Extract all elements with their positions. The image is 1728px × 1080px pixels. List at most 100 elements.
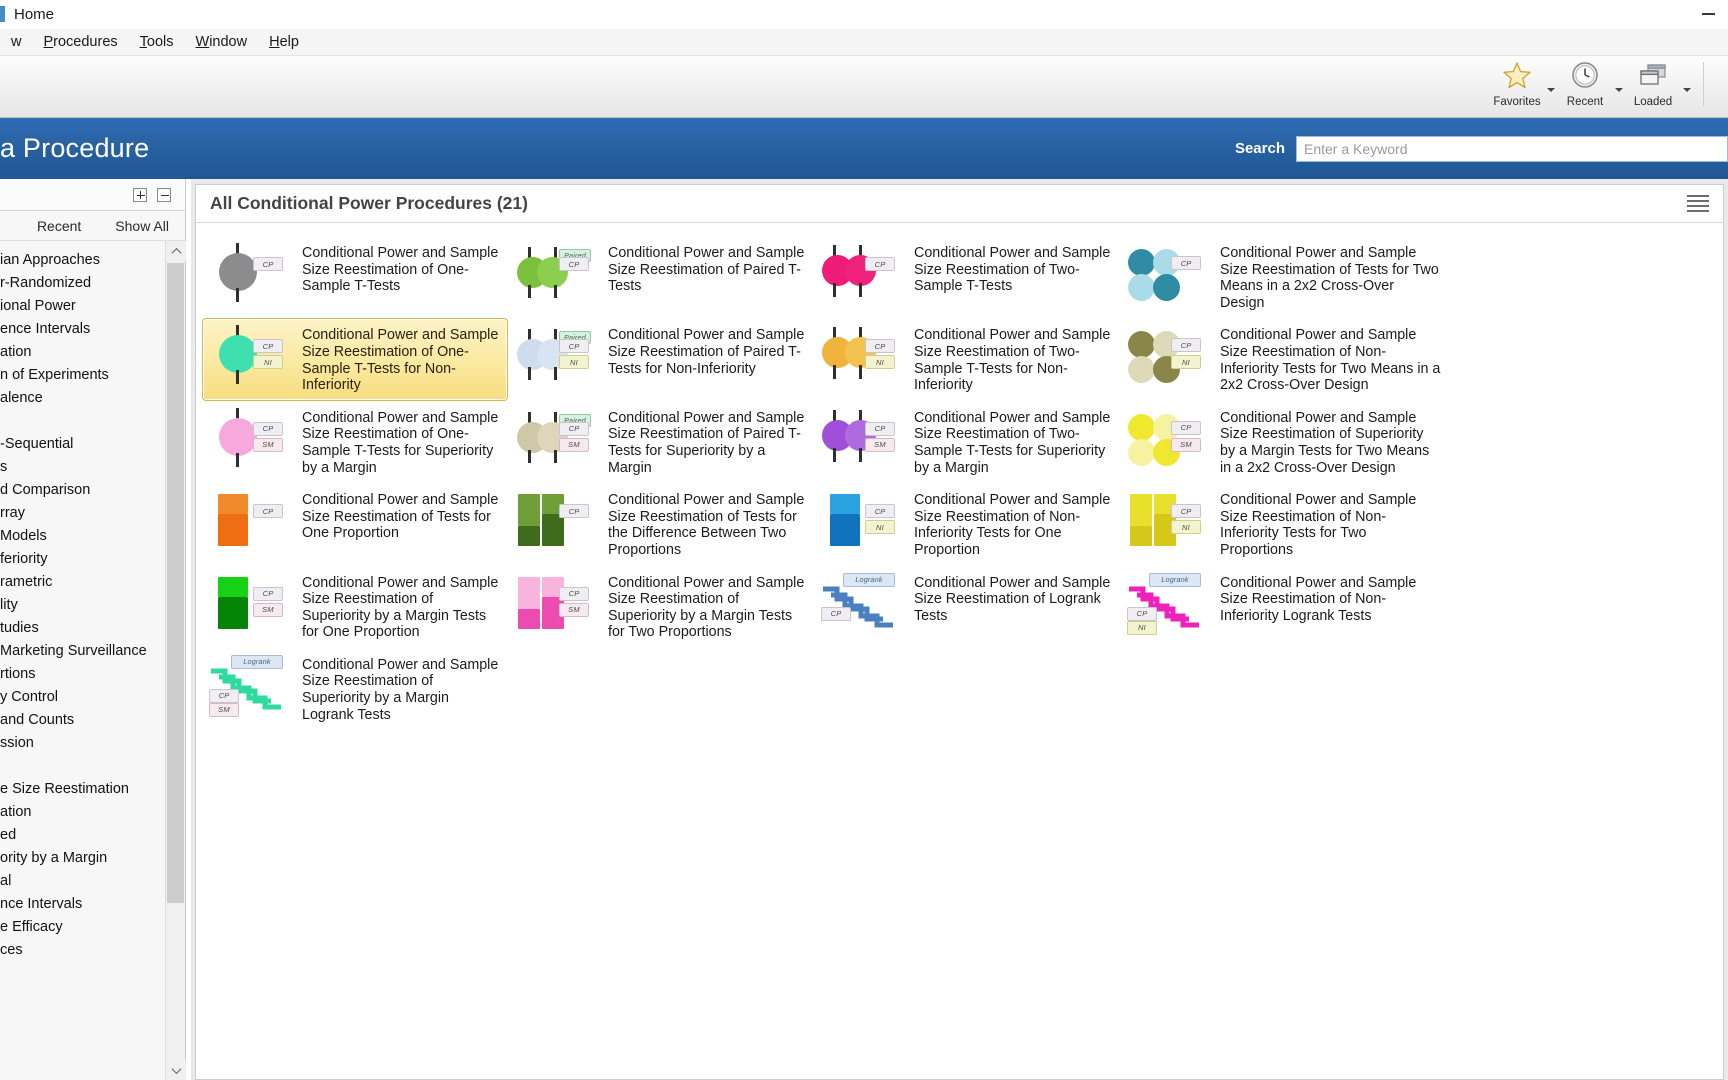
cp-badge-icon: CP: [559, 257, 589, 271]
procedure-label: Conditional Power and Sample Size Reesti…: [302, 574, 499, 641]
scroll-down-button[interactable]: [166, 1060, 186, 1080]
procedure-row: CP Conditional Power and Sample Size Rees…: [202, 236, 1717, 318]
sidebar-item[interactable]: alence: [0, 387, 165, 410]
sidebar-item[interactable]: ation: [0, 801, 165, 824]
sidebar-category-list[interactable]: ian Approaches r-Randomized ional Power enc…: [0, 241, 165, 1080]
sidebar-item[interactable]: lity: [0, 594, 165, 617]
procedure-item[interactable]: CP Conditional Power and Sample Size Rees…: [508, 483, 814, 565]
cp-badge-icon: CP: [559, 586, 589, 601]
procedure-item[interactable]: CP Conditional Power and Sample Size Rees…: [814, 236, 1120, 318]
chevron-up-icon: [171, 247, 181, 258]
sidebar-item[interactable]: ces: [0, 939, 165, 962]
sidebar-item[interactable]: d Comparison: [0, 479, 165, 502]
procedure-item[interactable]: CP Conditional Power and Sample Size Rees…: [202, 236, 508, 318]
procedure-item[interactable]: Paired CP Conditional Power and Sample Siz…: [508, 236, 814, 318]
menu-procedures[interactable]: Procedures: [32, 31, 128, 53]
recent-dropdown[interactable]: [1613, 56, 1625, 116]
procedure-item[interactable]: Paired CP SM Conditional Power and Sample S…: [508, 401, 814, 483]
expand-all-icon[interactable]: [133, 187, 147, 202]
sidebar-item[interactable]: ence Intervals: [0, 318, 165, 341]
procedure-item[interactable]: CP SM Conditional Power and Sample Size Re…: [1120, 401, 1450, 483]
list-view-icon[interactable]: [1687, 194, 1709, 214]
procedure-item[interactable]: CP Conditional Power and Sample Size Rees…: [202, 483, 508, 565]
sidebar-item[interactable]: ed: [0, 824, 165, 847]
sidebar-item[interactable]: and Counts: [0, 709, 165, 732]
search-input[interactable]: [1304, 140, 1727, 157]
sidebar-item[interactable]: e Size Reestimation: [0, 778, 165, 801]
procedure-item[interactable]: CP SM Conditional Power and Sample Size Re…: [508, 566, 814, 648]
favorites-button[interactable]: Favorites: [1489, 56, 1545, 116]
sidebar-item[interactable]: -Sequential: [0, 433, 165, 456]
procedure-label: Conditional Power and Sample Size Reesti…: [914, 409, 1111, 476]
sidebar-item-label: ence Intervals: [0, 321, 91, 337]
minimize-button[interactable]: [1688, 0, 1728, 29]
sidebar-item[interactable]: ority by a Margin: [0, 847, 165, 870]
loaded-button[interactable]: Loaded: [1625, 56, 1681, 116]
sidebar-item[interactable]: rametric: [0, 571, 165, 594]
sidebar-item[interactable]: rray: [0, 502, 165, 525]
sidebar-item[interactable]: s: [0, 456, 165, 479]
sidebar-scrollbar[interactable]: [165, 241, 186, 1080]
procedure-item[interactable]: CP NI Conditional Power and Sample Size Re…: [202, 318, 508, 401]
recent-button[interactable]: Recent: [1557, 56, 1613, 116]
procedure-item[interactable]: Logrank CP Conditional Power and Sample Si…: [814, 566, 1120, 648]
loaded-dropdown[interactable]: [1681, 56, 1693, 116]
ni-badge-icon: NI: [559, 355, 589, 370]
sidebar-tab-show-all[interactable]: Show All: [115, 218, 169, 234]
sidebar: Recent Show All ian Approaches r-Randomiz…: [0, 179, 186, 1080]
procedure-item[interactable]: Paired CP NI Conditional Power and Sample S…: [508, 318, 814, 400]
cp-badge-icon: CP: [865, 504, 895, 519]
sidebar-item-label: ional Power: [0, 298, 76, 314]
sidebar-item[interactable]: n of Experiments: [0, 364, 165, 387]
procedure-item[interactable]: Logrank CP SM Conditional Power and Sample …: [202, 648, 508, 730]
sidebar-item[interactable]: ation: [0, 341, 165, 364]
sidebar-item[interactable]: ian Approaches: [0, 249, 165, 272]
sidebar-item[interactable]: feriority: [0, 548, 165, 571]
procedure-item[interactable]: CP SM Conditional Power and Sample Size Re…: [814, 401, 1120, 483]
sidebar-item[interactable]: nce Intervals: [0, 893, 165, 916]
procedure-item[interactable]: Logrank CP NI Conditional Power and Sample …: [1120, 566, 1450, 648]
search-box[interactable]: [1296, 135, 1728, 162]
procedure-item[interactable]: CP NI Conditional Power and Sample Size Re…: [1120, 483, 1450, 565]
sidebar-tab-recent[interactable]: Recent: [37, 218, 81, 234]
cp-badge-icon: CP: [865, 339, 895, 354]
procedure-item[interactable]: CP NI Conditional Power and Sample Size Re…: [1120, 318, 1450, 400]
sidebar-item[interactable]: rtions: [0, 663, 165, 686]
sidebar-item[interactable]: al: [0, 870, 165, 893]
procedure-item[interactable]: CP Conditional Power and Sample Size Rees…: [1120, 236, 1450, 318]
sidebar-item-label: rtions: [0, 666, 36, 682]
scrollbar-thumb[interactable]: [167, 263, 184, 903]
procedure-label: Conditional Power and Sample Size Reesti…: [608, 574, 805, 641]
procedure-item[interactable]: CP SM Conditional Power and Sample Size Re…: [202, 566, 508, 648]
procedure-item[interactable]: CP NI Conditional Power and Sample Size Re…: [814, 318, 1120, 400]
sidebar-item[interactable]: Models: [0, 525, 165, 548]
sidebar-item[interactable]: tudies: [0, 617, 165, 640]
sidebar-item-label: -Sequential: [0, 436, 74, 452]
sidebar-item[interactable]: e Efficacy: [0, 916, 165, 939]
window-title: Home: [14, 5, 55, 23]
sidebar-toolbar: [0, 179, 185, 211]
favorites-dropdown[interactable]: [1545, 56, 1557, 116]
chevron-down-icon: [1547, 88, 1555, 92]
menu-window[interactable]: Window: [185, 31, 259, 53]
cp-badge-icon: CP: [253, 257, 283, 271]
sidebar-item[interactable]: Marketing Surveillance: [0, 640, 165, 663]
procedure-item[interactable]: CP NI Conditional Power and Sample Size Re…: [814, 483, 1120, 565]
sidebar-item-label: e Size Reestimation: [0, 781, 129, 797]
procedure-item[interactable]: CP SM Conditional Power and Sample Size Re…: [202, 401, 508, 483]
cp-badge-icon: CP: [1171, 504, 1201, 519]
two-proportion-bars-icon: CP SM: [515, 573, 601, 635]
ni-badge-icon: NI: [1171, 355, 1201, 370]
sidebar-item[interactable]: ssion: [0, 732, 165, 755]
menu-help[interactable]: Help: [258, 31, 310, 53]
scroll-up-button[interactable]: [166, 241, 186, 261]
sidebar-item[interactable]: ional Power: [0, 295, 165, 318]
procedure-label: Conditional Power and Sample Size Reesti…: [302, 409, 499, 476]
collapse-all-icon[interactable]: [157, 187, 171, 202]
procedures-header: All Conditional Power Procedures (21): [196, 185, 1723, 223]
sidebar-item[interactable]: y Control: [0, 686, 165, 709]
menu-tools[interactable]: Tools: [129, 31, 185, 53]
menu-window-clipped[interactable]: w: [0, 31, 32, 53]
sidebar-item[interactable]: r-Randomized: [0, 272, 165, 295]
sidebar-tabs: Recent Show All: [0, 211, 185, 241]
